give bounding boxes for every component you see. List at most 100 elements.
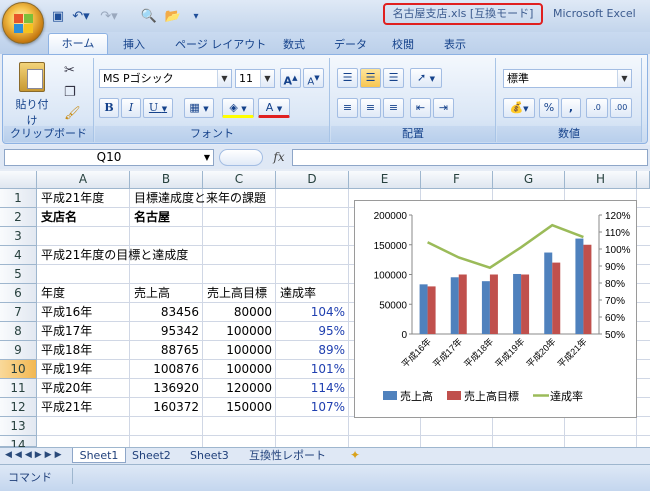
font-color-button[interactable]: A ▼ xyxy=(258,98,290,118)
align-left-button[interactable]: ≡ xyxy=(337,98,358,118)
cell-rate[interactable]: 101% xyxy=(276,360,345,379)
column-header-g[interactable]: G xyxy=(493,171,565,189)
row-header[interactable]: 11 xyxy=(0,379,37,398)
embedded-chart[interactable]: 0 50000 100000 150000 200000 50% 60% 70% 80% 90% 1… xyxy=(354,200,637,418)
comma-style-button[interactable]: , xyxy=(561,98,581,118)
fill-color-button[interactable]: ◈ ▼ xyxy=(222,98,254,118)
align-bottom-button[interactable]: ☰ xyxy=(383,68,404,88)
cell-year[interactable]: 平成19年 xyxy=(41,360,92,379)
row-header[interactable]: 9 xyxy=(0,341,37,360)
column-header-h[interactable]: H xyxy=(565,171,637,189)
percent-style-button[interactable]: % xyxy=(539,98,559,118)
increase-decimal-button[interactable]: .0 xyxy=(586,98,608,118)
align-center-button[interactable]: ≡ xyxy=(360,98,381,118)
italic-button[interactable]: I xyxy=(121,98,141,118)
column-header-f[interactable]: F xyxy=(421,171,493,189)
column-header-b[interactable]: B xyxy=(130,171,203,189)
underline-button[interactable]: U ▼ xyxy=(143,98,173,118)
sheet-nav-arrows-icon[interactable]: ◀◀◀▶▶▶ xyxy=(5,448,65,463)
paste-button[interactable]: 貼り付け xyxy=(12,62,52,127)
cell-b6[interactable]: 売上高 xyxy=(134,284,170,303)
cell-rate[interactable]: 95% xyxy=(276,322,345,341)
chevron-down-icon[interactable]: ▼ xyxy=(204,150,210,165)
cut-icon[interactable]: ✂ xyxy=(64,63,80,79)
column-header-e[interactable]: E xyxy=(349,171,421,189)
sheet-tab-compat-report[interactable]: 互換性レポート xyxy=(249,448,326,463)
print-preview-icon[interactable]: 🔍 xyxy=(140,8,158,26)
cell-b2[interactable]: 名古屋 xyxy=(134,208,170,227)
row-header[interactable]: 6 xyxy=(0,284,37,303)
cell-target[interactable]: 100000 xyxy=(203,360,272,379)
column-header-a[interactable]: A xyxy=(37,171,130,189)
shrink-font-button[interactable]: A▼ xyxy=(303,68,324,88)
formula-input[interactable] xyxy=(292,149,648,166)
insert-sheet-icon[interactable]: ✦ xyxy=(350,448,360,463)
tab-review[interactable]: 校閲 xyxy=(392,36,414,54)
tab-view[interactable]: 表示 xyxy=(444,36,466,54)
cell-target[interactable]: 100000 xyxy=(203,341,272,360)
sheet-tab-sheet3[interactable]: Sheet3 xyxy=(190,448,229,463)
cell-year[interactable]: 平成17年 xyxy=(41,322,92,341)
select-all-corner[interactable] xyxy=(0,171,37,189)
undo-icon[interactable]: ↶▾ xyxy=(70,8,92,26)
sheet-tab-sheet1[interactable]: Sheet1 xyxy=(72,448,126,463)
copy-icon[interactable]: ❐ xyxy=(64,85,80,101)
row-header[interactable]: 14 xyxy=(0,436,37,452)
row-header[interactable]: 2 xyxy=(0,208,37,227)
chevron-down-icon[interactable]: ▼ xyxy=(217,70,231,87)
cell-year[interactable]: 平成20年 xyxy=(41,379,92,398)
chevron-down-icon[interactable]: ▼ xyxy=(260,70,274,87)
column-header-d[interactable]: D xyxy=(276,171,349,189)
cell-rate[interactable]: 114% xyxy=(276,379,345,398)
cell-a2[interactable]: 支店名 xyxy=(41,208,77,227)
cell-d6[interactable]: 達成率 xyxy=(280,284,316,303)
cell-c6[interactable]: 売上高目標 xyxy=(207,284,267,303)
column-header-c[interactable]: C xyxy=(203,171,276,189)
cell-target[interactable]: 80000 xyxy=(203,303,272,322)
row-header[interactable]: 3 xyxy=(0,227,37,246)
decrease-decimal-button[interactable]: .00 xyxy=(610,98,632,118)
cell-rate[interactable]: 107% xyxy=(276,398,345,417)
row-header[interactable]: 7 xyxy=(0,303,37,322)
tab-insert[interactable]: 挿入 xyxy=(123,36,145,54)
row-header[interactable]: 4 xyxy=(0,246,37,265)
cell-rate[interactable]: 104% xyxy=(276,303,345,322)
cell-target[interactable]: 120000 xyxy=(203,379,272,398)
cell-target[interactable]: 150000 xyxy=(203,398,272,417)
format-painter-icon[interactable]: 🖌 xyxy=(64,106,81,122)
chevron-down-icon[interactable]: ▼ xyxy=(617,70,631,87)
tab-formulas[interactable]: 数式 xyxy=(283,36,305,54)
grow-font-button[interactable]: A▲ xyxy=(280,68,301,88)
row-header[interactable]: 12 xyxy=(0,398,37,417)
row-header[interactable]: 13 xyxy=(0,417,37,436)
increase-indent-button[interactable]: ⇥ xyxy=(433,98,454,118)
row-header[interactable]: 1 xyxy=(0,189,37,208)
cell-sales[interactable]: 83456 xyxy=(130,303,199,322)
bold-button[interactable]: B xyxy=(99,98,119,118)
accounting-format-button[interactable]: 💰▼ xyxy=(503,98,535,118)
row-header[interactable]: 8 xyxy=(0,322,37,341)
office-button[interactable] xyxy=(2,2,44,44)
cell-target[interactable]: 100000 xyxy=(203,322,272,341)
align-right-button[interactable]: ≡ xyxy=(383,98,404,118)
redo-icon[interactable]: ↷▾ xyxy=(98,8,120,26)
tab-page-layout[interactable]: ページ レイアウト xyxy=(175,36,266,54)
cell-rate[interactable]: 89% xyxy=(276,341,345,360)
tab-home[interactable]: ホーム xyxy=(48,33,108,55)
row-header[interactable]: 5 xyxy=(0,265,37,284)
cell-sales[interactable]: 95342 xyxy=(130,322,199,341)
save-icon[interactable]: ▣ xyxy=(50,8,66,26)
cell-sales[interactable]: 88765 xyxy=(130,341,199,360)
sheet-tab-sheet2[interactable]: Sheet2 xyxy=(132,448,171,463)
cell-a1[interactable]: 平成21年度 xyxy=(41,189,104,208)
align-top-button[interactable]: ☰ xyxy=(337,68,358,88)
font-size-combo[interactable]: 11 ▼ xyxy=(235,69,275,88)
font-name-combo[interactable]: MS Pゴシック ▼ xyxy=(99,69,232,88)
cell-sales[interactable]: 100876 xyxy=(130,360,199,379)
open-folder-icon[interactable]: 📂 xyxy=(162,8,184,26)
orientation-button[interactable]: ➚ ▼ xyxy=(410,68,442,88)
cell-year[interactable]: 平成18年 xyxy=(41,341,92,360)
insert-function-button[interactable]: fx xyxy=(268,149,290,166)
decrease-indent-button[interactable]: ⇤ xyxy=(410,98,431,118)
number-format-combo[interactable]: 標準 ▼ xyxy=(503,69,632,88)
